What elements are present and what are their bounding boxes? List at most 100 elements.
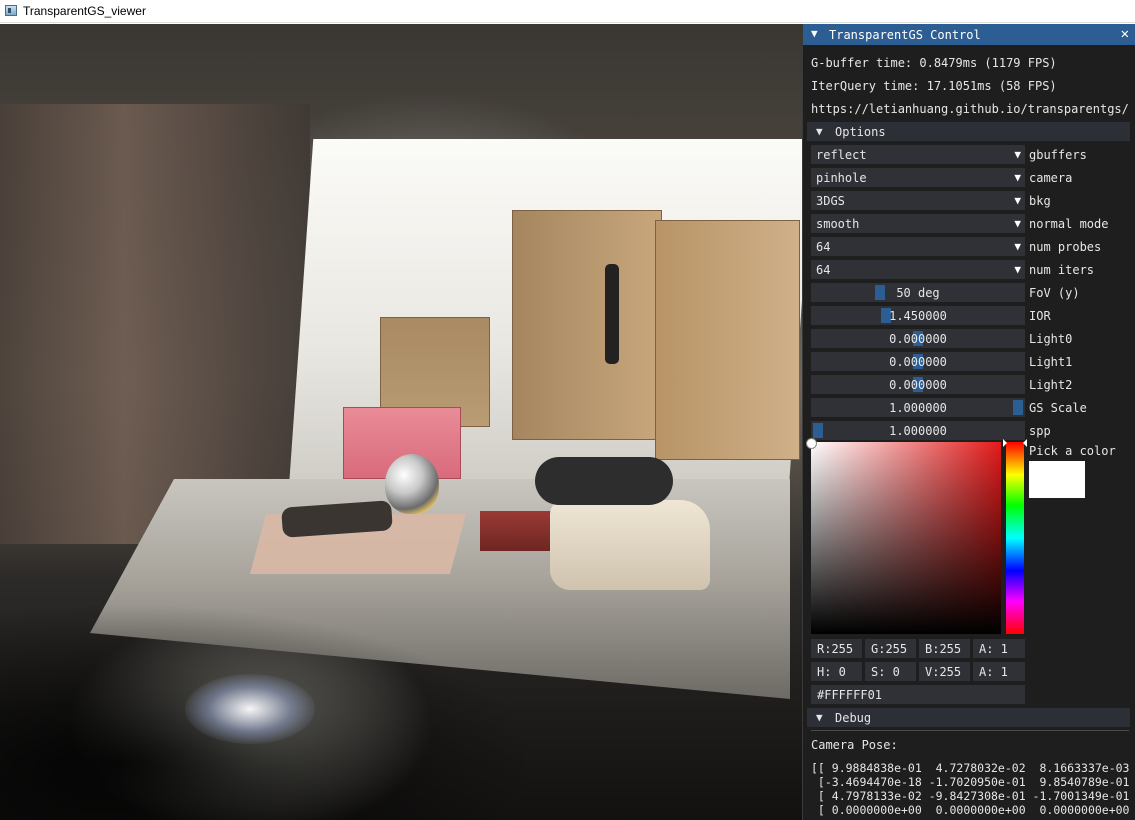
num-probes-label: num probes — [1029, 240, 1102, 254]
scene-pillow — [535, 457, 673, 505]
light1-label: Light1 — [1029, 355, 1073, 369]
panel-titlebar[interactable]: ▼ TransparentGS Control ✕ — [803, 24, 1135, 45]
debug-header-label: Debug — [835, 711, 872, 725]
hue-field[interactable]: H: 0 — [811, 662, 862, 681]
ior-label: IOR — [1029, 309, 1051, 323]
panel-title: TransparentGS Control — [829, 28, 981, 42]
gbuffers-label: gbuffers — [1029, 148, 1087, 162]
light2-label: Light2 — [1029, 378, 1073, 392]
fov-slider[interactable]: 50 deg — [811, 283, 1025, 302]
camera-pose-row: [-3.4694470e-18 -1.7020950e-01 9.8540789… — [811, 775, 1130, 789]
project-url-text: https://letianhuang.github.io/transparen… — [811, 102, 1129, 116]
blue-field[interactable]: B:255 — [919, 639, 970, 658]
debug-header[interactable]: ▼ Debug — [807, 708, 1130, 727]
dropdown-arrow-icon[interactable]: ▼ — [1014, 171, 1021, 184]
hue-marker-left — [1003, 439, 1007, 447]
color-picker-cursor[interactable] — [806, 438, 817, 449]
ior-slider[interactable]: 1.450000 — [811, 306, 1025, 325]
slider-value: 50 deg — [896, 286, 940, 300]
window-title: TransparentGS_viewer — [23, 4, 146, 18]
gs-scale-label: GS Scale — [1029, 401, 1087, 415]
slider-value: 1.000000 — [889, 401, 947, 415]
red-field[interactable]: R:255 — [811, 639, 862, 658]
normal-mode-label: normal mode — [1029, 217, 1109, 231]
separator — [811, 730, 1129, 731]
camera-pose-row: [ 4.7978133e-02 -9.8427308e-01 -1.700134… — [811, 789, 1130, 803]
camera-label: camera — [1029, 171, 1073, 185]
triangle-down-icon: ▼ — [816, 711, 823, 724]
bkg-label: bkg — [1029, 194, 1051, 208]
gbuffer-time-text: G-buffer time: 0.8479ms (1179 FPS) — [811, 56, 1057, 70]
scene-light-glare — [185, 674, 315, 744]
hue-marker-right — [1023, 439, 1027, 447]
slider-value: 0.000000 — [889, 332, 947, 346]
bkg-combo[interactable]: 3DGS ▼ — [811, 191, 1025, 210]
scene-left-wall — [0, 104, 310, 544]
scene-cardboard-box — [655, 220, 800, 460]
red-value: R:255 — [817, 642, 854, 656]
scene-foreground-shadow — [0, 504, 802, 820]
combo-value: pinhole — [816, 171, 867, 185]
dropdown-arrow-icon[interactable]: ▼ — [1014, 194, 1021, 207]
slider-value: 1.000000 — [889, 424, 947, 438]
hue-value: H: 0 — [817, 665, 846, 679]
triangle-down-icon: ▼ — [816, 125, 823, 138]
saturation-field[interactable]: S: 0 — [865, 662, 916, 681]
dropdown-arrow-icon[interactable]: ▼ — [1014, 263, 1021, 276]
combo-value: reflect — [816, 148, 867, 162]
camera-pose-row: [ 0.0000000e+00 0.0000000e+00 0.0000000e… — [811, 803, 1130, 817]
triangle-down-icon[interactable]: ▼ — [811, 27, 818, 40]
scene-cardboard-box — [512, 210, 662, 440]
color-hue-bar[interactable] — [1006, 442, 1024, 634]
green-value: G:255 — [871, 642, 908, 656]
hex-field[interactable]: #FFFFFF01 — [811, 685, 1025, 704]
num-probes-combo[interactable]: 64 ▼ — [811, 237, 1025, 256]
color-swatch[interactable] — [1029, 461, 1085, 498]
camera-combo[interactable]: pinhole ▼ — [811, 168, 1025, 187]
combo-value: smooth — [816, 217, 860, 231]
fov-label: FoV (y) — [1029, 286, 1080, 300]
options-header-label: Options — [835, 125, 886, 139]
pick-color-label: Pick a color — [1029, 444, 1116, 458]
hex-value: #FFFFFF01 — [817, 688, 883, 702]
combo-value: 3DGS — [816, 194, 845, 208]
blue-value: B:255 — [925, 642, 962, 656]
num-iters-label: num iters — [1029, 263, 1095, 277]
value-field[interactable]: V:255 — [919, 662, 970, 681]
camera-pose-row: [[ 9.9884838e-01 4.7278032e-02 8.1663337… — [811, 761, 1130, 775]
slider-value: 1.450000 — [889, 309, 947, 323]
light1-slider[interactable]: 0.000000 — [811, 352, 1025, 371]
color-sv-square[interactable] — [811, 442, 1001, 634]
spp-label: spp — [1029, 424, 1051, 438]
alpha-field-hsv[interactable]: A: 1 — [973, 662, 1025, 681]
light0-label: Light0 — [1029, 332, 1073, 346]
scene-handle — [605, 264, 619, 364]
green-field[interactable]: G:255 — [865, 639, 916, 658]
light2-slider[interactable]: 0.000000 — [811, 375, 1025, 394]
saturation-value: S: 0 — [871, 665, 900, 679]
combo-value: 64 — [816, 263, 831, 277]
slider-value: 0.000000 — [889, 378, 947, 392]
render-viewport[interactable] — [0, 24, 802, 820]
iterquery-time-text: IterQuery time: 17.1051ms (58 FPS) — [811, 79, 1057, 93]
num-iters-combo[interactable]: 64 ▼ — [811, 260, 1025, 279]
options-header[interactable]: ▼ Options — [807, 122, 1130, 141]
alpha-value-hsv: A: 1 — [979, 665, 1008, 679]
combo-value: 64 — [816, 240, 831, 254]
normal-mode-combo[interactable]: smooth ▼ — [811, 214, 1025, 233]
alpha-field[interactable]: A: 1 — [973, 639, 1025, 658]
control-panel: ▼ TransparentGS Control ✕ G-buffer time:… — [802, 24, 1135, 820]
camera-pose-label: Camera Pose: — [811, 738, 898, 752]
gs-scale-slider[interactable]: 1.000000 — [811, 398, 1025, 417]
slider-value: 0.000000 — [889, 355, 947, 369]
light0-slider[interactable]: 0.000000 — [811, 329, 1025, 348]
value-value: V:255 — [925, 665, 962, 679]
spp-slider[interactable]: 1.000000 — [811, 421, 1025, 440]
gbuffers-combo[interactable]: reflect ▼ — [811, 145, 1025, 164]
alpha-value: A: 1 — [979, 642, 1008, 656]
dropdown-arrow-icon[interactable]: ▼ — [1014, 148, 1021, 161]
dropdown-arrow-icon[interactable]: ▼ — [1014, 240, 1021, 253]
app-window-icon — [5, 5, 17, 16]
dropdown-arrow-icon[interactable]: ▼ — [1014, 217, 1021, 230]
close-icon[interactable]: ✕ — [1121, 26, 1129, 42]
